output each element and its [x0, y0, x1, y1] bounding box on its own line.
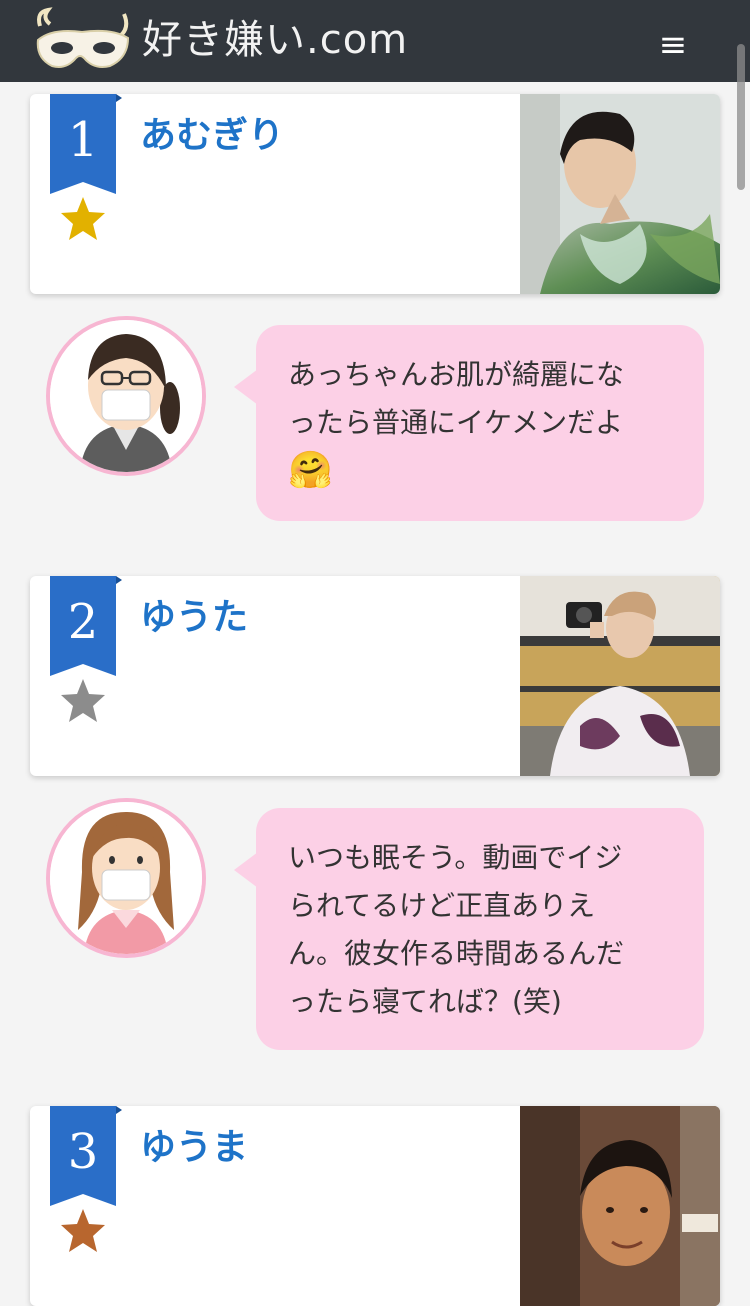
site-header: 好き嫌い.com ≡: [0, 0, 750, 190]
rank-number: 1: [67, 112, 99, 168]
comment-bubble: あっちゃんお肌が綺麗にな ったら普通にイケメンだよ 🤗: [234, 325, 704, 521]
comment-bubble: いつも眠そう。動画でイジ られてるけど正直ありえ ん。彼女作る時間あるんだ った…: [234, 808, 704, 1050]
ranking-name[interactable]: ゆうた: [140, 592, 248, 644]
avatar-long-hair-mask: [50, 802, 202, 954]
ranking-card-1[interactable]: 1 あむぎり: [30, 94, 720, 294]
hugging-emoji: 🤗: [288, 450, 333, 491]
comment-line: ん。彼女作る時間あるんだ: [288, 937, 625, 970]
ranking-card-2[interactable]: 2 ゆうた: [30, 576, 720, 776]
silver-star-icon: [61, 679, 105, 722]
ranking-name[interactable]: あむぎり: [140, 110, 284, 162]
rank-number: 3: [67, 1124, 99, 1180]
scrollbar[interactable]: [737, 44, 745, 190]
bronze-star-icon: [61, 1209, 105, 1252]
profile-photo[interactable]: [520, 94, 720, 294]
hamburger-icon[interactable]: ≡: [650, 22, 696, 68]
comment-line: ったら普通にイケメンだよ: [288, 406, 624, 439]
profile-photo[interactable]: [520, 576, 720, 776]
comment-line: ったら寝てれば？(笑): [288, 985, 562, 1018]
rank-number: 2: [67, 594, 99, 650]
comment-line: いつも眠そう。動画でイジ: [288, 841, 623, 874]
avatar: [46, 798, 206, 958]
ranking-card-3[interactable]: 3 ゆうま: [30, 1106, 720, 1306]
ranking-name[interactable]: ゆうま: [140, 1122, 248, 1174]
avatar-glasses-mask: [50, 320, 202, 472]
gold-star-icon: [61, 197, 105, 240]
mask-icon[interactable]: [32, 6, 132, 72]
profile-photo[interactable]: [520, 1106, 720, 1306]
comment-line: られてるけど正直ありえ: [288, 889, 596, 922]
avatar: [46, 316, 206, 476]
comment-line: あっちゃんお肌が綺麗にな: [288, 358, 625, 391]
site-title[interactable]: 好き嫌い.com: [142, 14, 408, 66]
